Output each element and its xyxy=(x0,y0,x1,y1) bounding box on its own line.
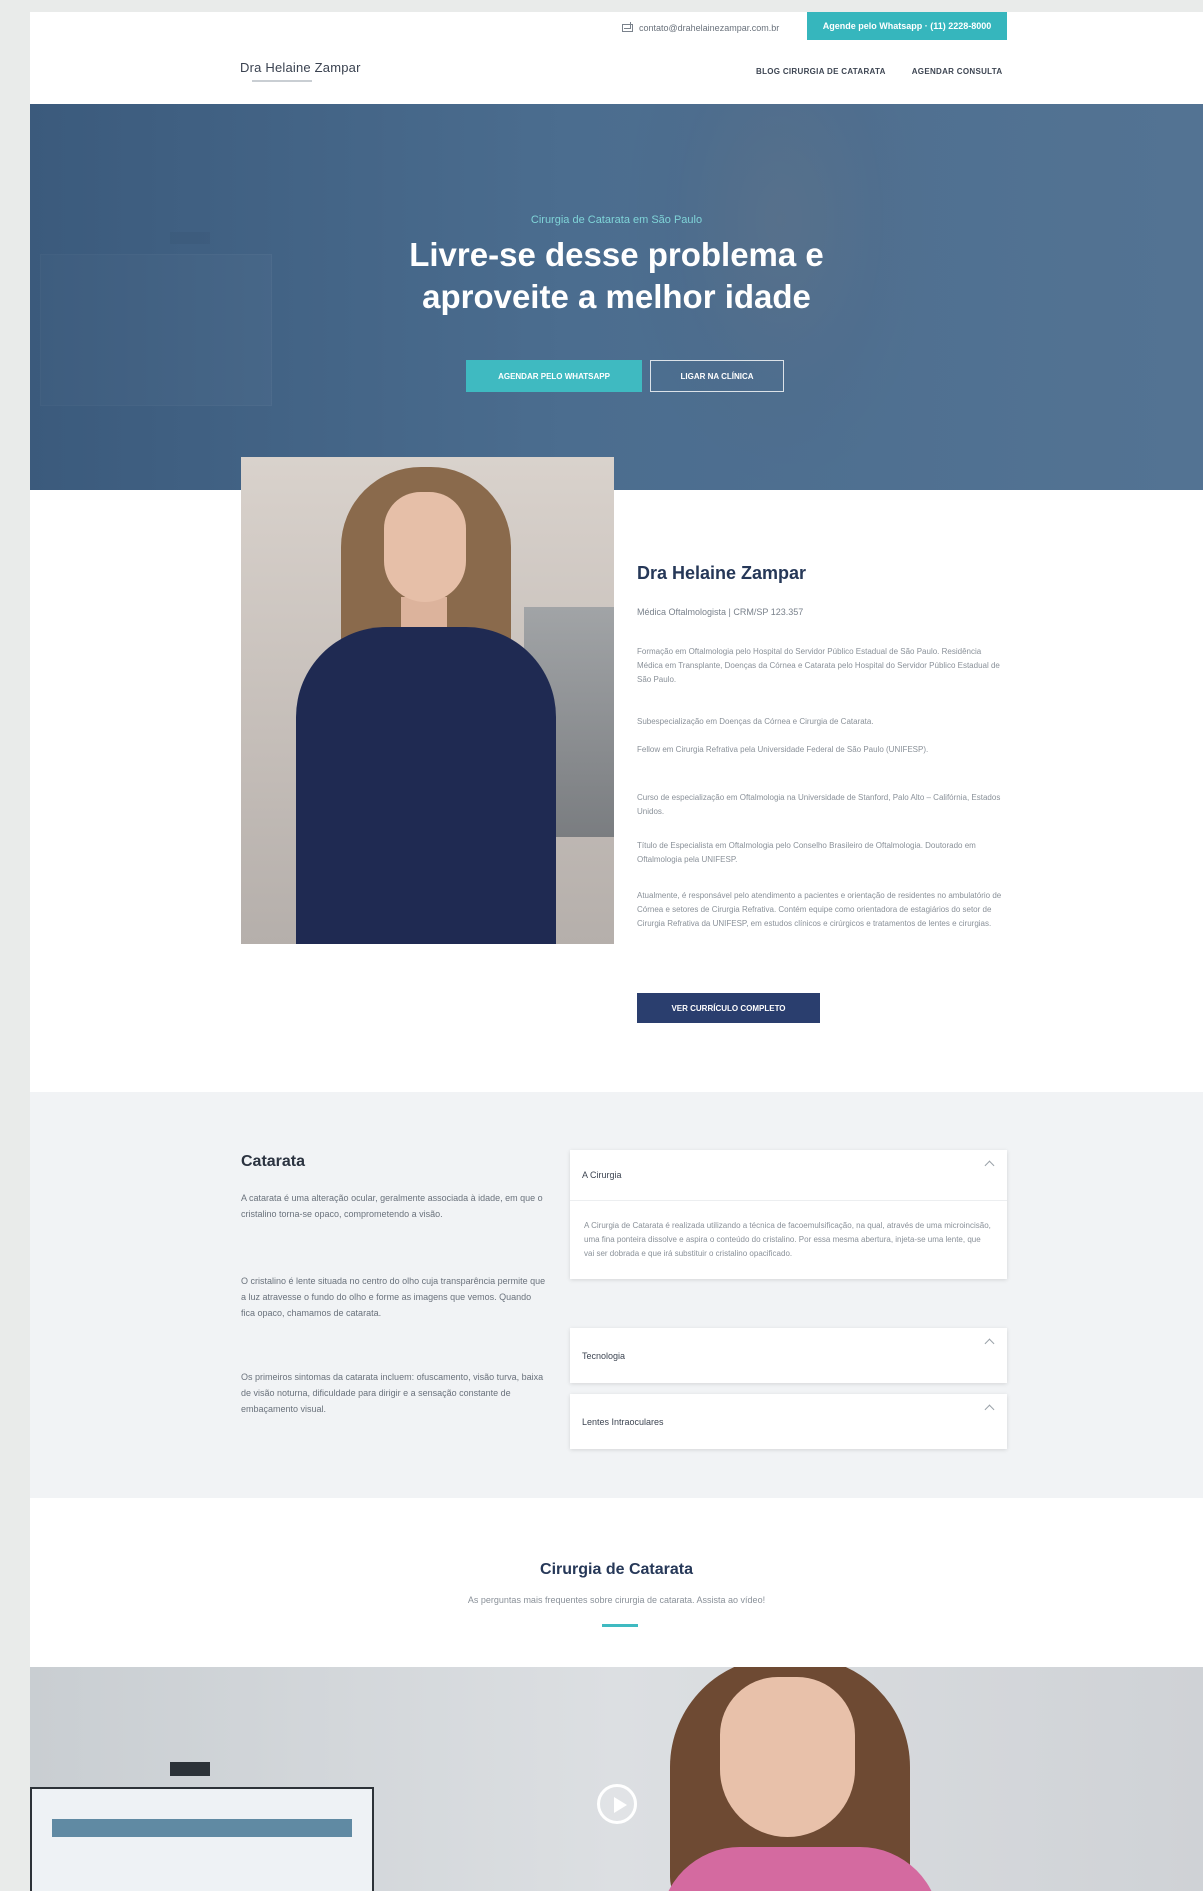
bio-paragraph: Fellow em Cirurgia Refrativa pela Univer… xyxy=(637,745,929,754)
bio-paragraph: Atualmente, é responsável pelo atendimen… xyxy=(637,891,1002,928)
hero-kicker: Cirurgia de Catarata em São Paulo xyxy=(530,214,703,226)
top-header: contato@drahelainezampar.com.br Agende p… xyxy=(30,12,1203,104)
chevron-up-icon xyxy=(984,1404,995,1415)
bio-paragraph: Título de Especialista em Oftalmologia p… xyxy=(637,841,976,864)
play-icon[interactable] xyxy=(597,1784,637,1824)
hero-whatsapp-button[interactable]: AGENDAR PELO WHATSAPP xyxy=(466,360,642,392)
accordion-item-lentes: Lentes Intraoculares xyxy=(570,1394,1007,1449)
catarata-paragraph: A catarata é uma alteração ocular, geral… xyxy=(241,1193,543,1219)
bio-paragraph: Curso de especialização em Oftalmologia … xyxy=(637,793,1001,816)
hero-title: Livre-se desse problema e aproveite a me… xyxy=(30,234,1203,318)
video-player[interactable] xyxy=(30,1667,1203,1891)
catarata-title: Catarata xyxy=(241,1153,306,1170)
accordion-item-cirurgia: A Cirurgia A Cirurgia de Catarata é real… xyxy=(570,1150,1007,1279)
hero-title-line-1: Livre-se desse problema e xyxy=(409,236,824,273)
accordion-header-tecnologia[interactable]: Tecnologia xyxy=(570,1328,1007,1383)
hero-call-button[interactable]: LIGAR NA CLÍNICA xyxy=(650,360,784,392)
catarata-paragraph: Os primeiros sintomas da catarata inclue… xyxy=(241,1372,544,1414)
video-section-subtitle: As perguntas mais frequentes sobre cirur… xyxy=(467,1595,766,1605)
chevron-up-icon xyxy=(984,1160,995,1171)
contact-email[interactable]: contato@drahelainezampar.com.br xyxy=(622,20,779,36)
nav-item-schedule[interactable]: AGENDAR CONSULTA xyxy=(912,67,1003,76)
accordion-item-tecnologia: Tecnologia xyxy=(570,1328,1007,1383)
accordion-title: A Cirurgia xyxy=(582,1170,622,1180)
view-cv-button[interactable]: VER CURRÍCULO COMPLETO xyxy=(637,993,820,1023)
bio-paragraph: Subespecialização em Doenças da Córnea e… xyxy=(637,717,874,726)
section-divider xyxy=(602,1624,638,1627)
hero-title-line-2: aproveite a melhor idade xyxy=(422,278,811,315)
whatsapp-header-button[interactable]: Agende pelo Whatsapp · (11) 2228-8000 xyxy=(807,12,1007,40)
accordion-header-lentes[interactable]: Lentes Intraoculares xyxy=(570,1394,1007,1449)
accordion-body-cirurgia: A Cirurgia de Catarata é realizada utili… xyxy=(570,1200,1007,1279)
accordion-title: Tecnologia xyxy=(582,1350,626,1361)
main-nav: BLOG CIRURGIA DE CATARATA AGENDAR CONSUL… xyxy=(756,67,1002,76)
hero-actions: AGENDAR PELO WHATSAPP LIGAR NA CLÍNICA xyxy=(466,360,784,392)
doctor-photo xyxy=(241,457,614,944)
chevron-up-icon xyxy=(984,1338,995,1349)
catarata-paragraph: O cristalino é lente situada no centro d… xyxy=(241,1276,546,1318)
bio-paragraph: Formação em Oftalmologia pelo Hospital d… xyxy=(637,647,1000,684)
logo-tagline xyxy=(252,80,312,82)
contact-email-text: contato@drahelainezampar.com.br xyxy=(639,23,780,33)
accordion-header-cirurgia[interactable]: A Cirurgia xyxy=(570,1150,1007,1200)
hero-banner: Cirurgia de Catarata em São Paulo Livre-… xyxy=(30,104,1203,490)
accordion-title: Lentes Intraoculares xyxy=(582,1416,664,1427)
doctor-name: Dra Helaine Zampar xyxy=(637,563,807,583)
nav-item-blog[interactable]: BLOG CIRURGIA DE CATARATA xyxy=(756,67,886,76)
page: contato@drahelainezampar.com.br Agende p… xyxy=(30,12,1203,1891)
video-section-title: Cirurgia de Catarata xyxy=(540,1561,693,1578)
doctor-role: Médica Oftalmologista | CRM/SP 123.357 xyxy=(637,607,804,617)
site-logo[interactable]: Dra Helaine Zampar xyxy=(240,60,361,75)
mail-icon xyxy=(622,22,633,32)
